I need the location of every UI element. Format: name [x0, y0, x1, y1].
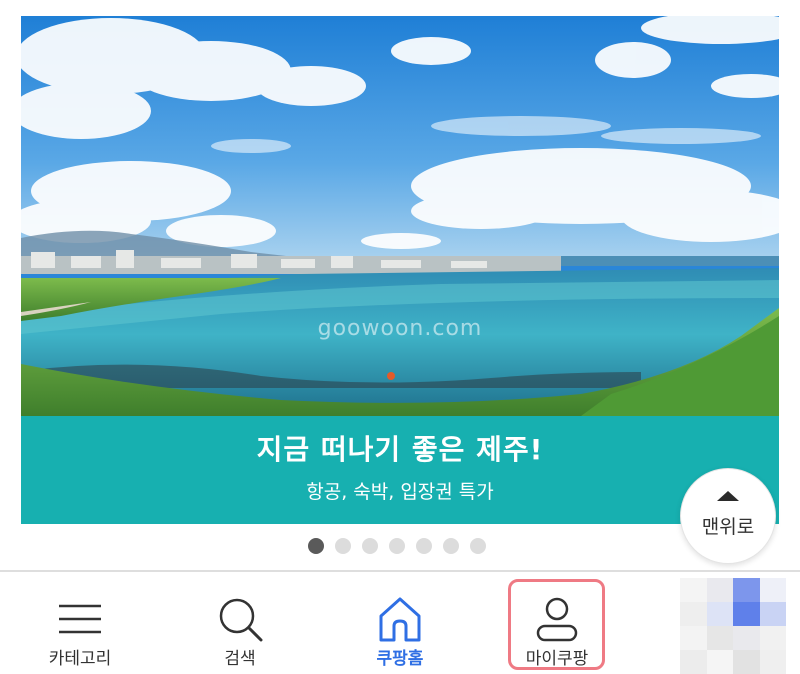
- nav-item-search[interactable]: 검색: [170, 572, 310, 674]
- carousel-dot-active[interactable]: [308, 538, 324, 554]
- thumbnail-tile: [706, 578, 733, 602]
- thumbnail-tile: [759, 602, 786, 626]
- menu-icon: [59, 604, 101, 634]
- thumbnail-tile: [680, 626, 707, 650]
- carousel-dot[interactable]: [389, 538, 405, 554]
- nav-item-my-coupang[interactable]: 마이쿠팡: [487, 572, 627, 674]
- thumbnail-tile: [759, 650, 786, 674]
- promo-banner[interactable]: goowoon.com 지금 떠나기 좋은 제주! 항공, 숙박, 입장권 특가: [21, 16, 779, 524]
- banner-title: 지금 떠나기 좋은 제주!: [256, 433, 544, 466]
- watermark-text: goowoon.com: [317, 316, 483, 341]
- nav-label-search: 검색: [224, 649, 256, 669]
- nav-label-my-coupang: 마이쿠팡: [525, 649, 589, 669]
- nav-label-home: 쿠팡홈: [376, 649, 424, 669]
- thumbnail-tile: [680, 602, 707, 626]
- blurred-thumbnail[interactable]: [680, 578, 786, 674]
- thumbnail-tile: [733, 578, 760, 602]
- search-icon: [219, 598, 263, 642]
- thumbnail-tile: [733, 602, 760, 626]
- page: goowoon.com 지금 떠나기 좋은 제주! 항공, 숙박, 입장권 특가…: [0, 0, 800, 674]
- carousel-indicator: [308, 538, 486, 556]
- caret-up-icon: [717, 491, 739, 501]
- carousel-dot[interactable]: [335, 538, 351, 554]
- banner-subtitle: 항공, 숙박, 입장권 특가: [306, 481, 494, 503]
- thumbnail-tile: [759, 578, 786, 602]
- scroll-to-top-button[interactable]: 맨위로: [680, 468, 776, 564]
- nav-label-category: 카테고리: [48, 649, 112, 669]
- thumbnail-tile: [680, 650, 707, 674]
- thumbnail-tile: [706, 626, 733, 650]
- carousel-dot[interactable]: [416, 538, 432, 554]
- user-icon: [536, 597, 578, 642]
- thumbnail-tile: [733, 626, 760, 650]
- jeju-coast-photo: [21, 16, 779, 416]
- thumbnail-tile: [759, 626, 786, 650]
- thumbnail-tile: [706, 650, 733, 674]
- carousel-dot[interactable]: [470, 538, 486, 554]
- home-icon: [379, 597, 421, 642]
- carousel-dot[interactable]: [362, 538, 378, 554]
- nav-item-category[interactable]: 카테고리: [10, 572, 150, 674]
- scroll-to-top-label: 맨위로: [701, 516, 755, 538]
- nav-item-home[interactable]: 쿠팡홈: [330, 572, 470, 674]
- bottom-nav: 카테고리 검색 쿠팡홈 마이쿠팡: [0, 570, 800, 674]
- carousel-dot[interactable]: [443, 538, 459, 554]
- banner-caption: 지금 떠나기 좋은 제주! 항공, 숙박, 입장권 특가: [21, 416, 779, 524]
- thumbnail-tile: [706, 602, 733, 626]
- thumbnail-tile: [680, 578, 707, 602]
- thumbnail-tile: [733, 650, 760, 674]
